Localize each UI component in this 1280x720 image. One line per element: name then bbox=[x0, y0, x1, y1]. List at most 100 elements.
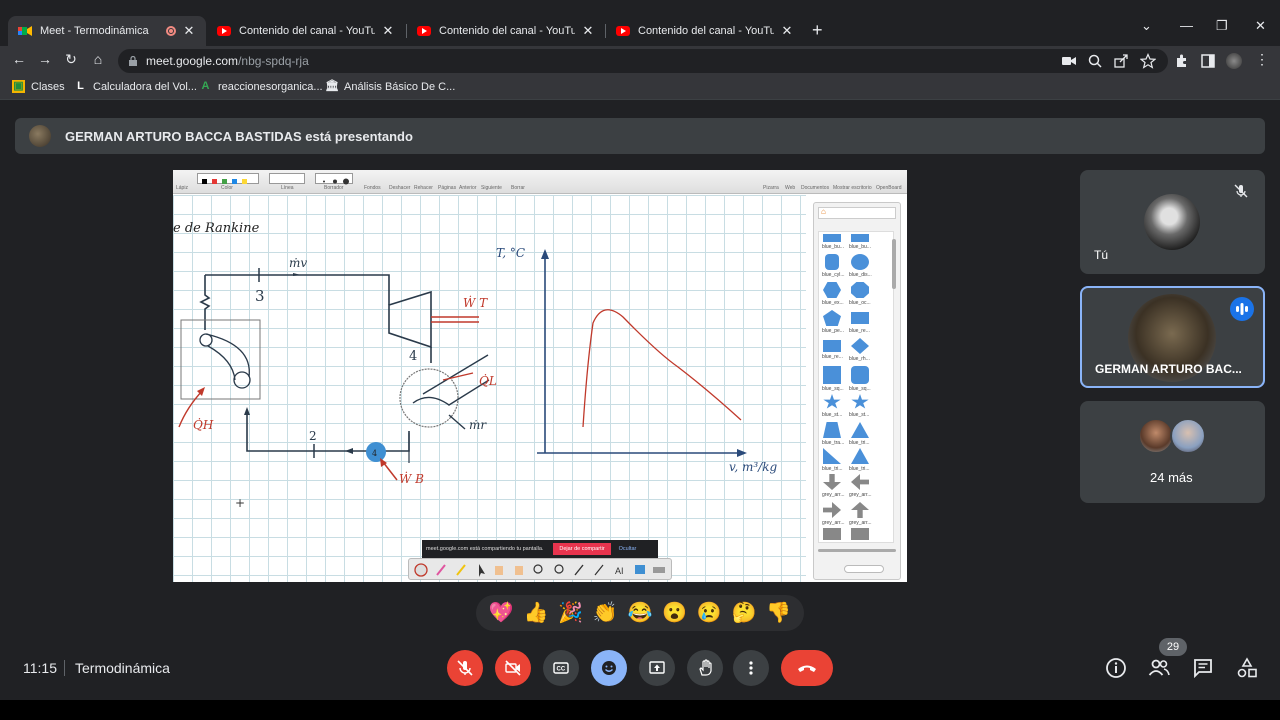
shapes-grid[interactable]: blue_bu... blue_bu... blue_cyl... blue_d… bbox=[818, 231, 894, 543]
shapes-scrollbar[interactable] bbox=[892, 239, 896, 289]
tab-meet[interactable]: Meet - Termodinámica ✕ bbox=[8, 16, 206, 46]
color-swatches[interactable] bbox=[197, 173, 259, 184]
more-participants-tile[interactable]: 24 más bbox=[1080, 401, 1265, 503]
minimize-button[interactable]: — bbox=[1180, 18, 1193, 33]
shape-thumbnail[interactable] bbox=[851, 338, 869, 354]
chat-icon[interactable] bbox=[1192, 657, 1214, 679]
stop-sharing-button[interactable]: Dejar de compartir bbox=[553, 543, 611, 555]
shape-thumbnail[interactable] bbox=[851, 282, 869, 298]
shape-thumbnail[interactable] bbox=[851, 528, 869, 540]
left-arrow-shape[interactable] bbox=[851, 474, 869, 490]
address-bar[interactable]: meet.google.com/nbg-spdq-rja bbox=[118, 49, 1168, 73]
shape-thumbnail[interactable] bbox=[851, 254, 869, 270]
shape-thumbnail[interactable] bbox=[823, 310, 841, 326]
shape-thumbnail[interactable] bbox=[823, 234, 841, 242]
shape-thumbnail[interactable] bbox=[823, 340, 841, 352]
participant-tile-you[interactable]: Tú bbox=[1080, 170, 1265, 274]
new-tab-button[interactable]: + bbox=[812, 20, 823, 41]
up-arrow-shape[interactable] bbox=[851, 502, 869, 518]
bookmark-analisis[interactable]: 🏛 Análisis Básico De C... bbox=[325, 80, 455, 93]
bookmark-calculadora[interactable]: L Calculadora del Vol... bbox=[74, 80, 197, 93]
shape-label: blue_bu... bbox=[849, 244, 871, 250]
toolbar-label: Lápiz bbox=[176, 185, 188, 191]
shape-thumbnail[interactable] bbox=[851, 448, 869, 464]
present-button[interactable] bbox=[639, 650, 675, 686]
reaction-heart[interactable]: 💖 bbox=[488, 600, 514, 626]
camera-icon[interactable] bbox=[1061, 53, 1077, 69]
share-icon[interactable] bbox=[1113, 53, 1129, 69]
mic-toggle-button[interactable] bbox=[447, 650, 483, 686]
home-icon[interactable]: ⌂ bbox=[821, 207, 826, 216]
reaction-party[interactable]: 🎉 bbox=[558, 600, 584, 626]
right-arrow-shape[interactable] bbox=[823, 502, 841, 518]
hide-notice-button[interactable]: Ocultar bbox=[619, 546, 637, 552]
close-window-button[interactable]: ✕ bbox=[1255, 18, 1266, 34]
close-tab-icon[interactable]: ✕ bbox=[581, 23, 595, 39]
reaction-thinking[interactable]: 🤔 bbox=[731, 600, 757, 626]
reaction-clap[interactable]: 👏 bbox=[592, 600, 618, 626]
shape-thumbnail[interactable] bbox=[851, 422, 869, 438]
raise-hand-button[interactable] bbox=[687, 650, 723, 686]
flow-arrow bbox=[345, 448, 353, 454]
home-icon[interactable]: ⌂ bbox=[89, 51, 107, 67]
zoom-icon[interactable] bbox=[1087, 53, 1103, 69]
tab-youtube-2[interactable]: Contenido del canal - YouTube St ✕ bbox=[407, 16, 605, 46]
bookmark-reacciones[interactable]: A reaccionesorganica... bbox=[199, 80, 323, 93]
shape-thumbnail[interactable] bbox=[823, 366, 841, 384]
close-tab-icon[interactable]: ✕ bbox=[780, 23, 794, 39]
drawing-tools-bar[interactable]: AI bbox=[408, 558, 672, 580]
extensions-icon[interactable] bbox=[1174, 53, 1190, 69]
tab-youtube-3[interactable]: Contenido del canal - YouTube St ✕ bbox=[606, 16, 804, 46]
close-tab-icon[interactable]: ✕ bbox=[182, 23, 196, 39]
shape-thumbnail[interactable] bbox=[823, 282, 841, 298]
reaction-laugh[interactable]: 😂 bbox=[627, 600, 653, 626]
reaction-surprised[interactable]: 😮 bbox=[662, 600, 688, 626]
reaction-thumbs-up[interactable]: 👍 bbox=[523, 600, 549, 626]
more-options-button[interactable] bbox=[733, 650, 769, 686]
tab-search-icon[interactable]: ⌄ bbox=[1141, 18, 1152, 34]
size-slider[interactable] bbox=[818, 549, 896, 552]
leave-call-button[interactable] bbox=[781, 650, 833, 686]
forward-icon[interactable]: → bbox=[36, 51, 54, 67]
shape-thumbnail[interactable] bbox=[823, 528, 841, 540]
shape-thumbnail[interactable] bbox=[851, 366, 869, 384]
participant-tile-presenter[interactable]: GERMAN ARTURO BAC... bbox=[1080, 286, 1265, 388]
library-path-bar[interactable]: ⌂ bbox=[818, 207, 896, 219]
shape-thumbnail[interactable] bbox=[823, 448, 841, 464]
whiteboard-canvas[interactable]: e de Rankine 3 ṁv Ẇ T 4 Q̇L ṁr 2 4 Ẇ B Q… bbox=[173, 195, 806, 582]
tab-youtube-1[interactable]: Contenido del canal - YouTube St ✕ bbox=[207, 16, 405, 46]
shape-thumbnail[interactable] bbox=[823, 422, 841, 438]
activities-icon[interactable] bbox=[1236, 657, 1258, 679]
browser-tab-strip: Meet - Termodinámica ✕ Contenido del can… bbox=[0, 0, 1280, 46]
title-fragment-text: e de Rankine bbox=[173, 221, 260, 236]
shape-label: grey_arr... bbox=[822, 492, 845, 498]
shape-thumbnail[interactable] bbox=[825, 254, 839, 270]
back-icon[interactable]: ← bbox=[10, 51, 28, 67]
menu-icon[interactable]: ⋮ bbox=[1253, 51, 1271, 68]
shape-thumbnail[interactable] bbox=[823, 394, 841, 409]
reactions-button[interactable] bbox=[591, 650, 627, 686]
profile-avatar[interactable] bbox=[1226, 53, 1242, 69]
maximize-button[interactable]: ❐ bbox=[1216, 18, 1228, 34]
bookmark-clases[interactable]: ▣ Clases bbox=[12, 80, 65, 93]
camera-toggle-button[interactable] bbox=[495, 650, 531, 686]
people-icon[interactable] bbox=[1148, 657, 1170, 679]
meeting-info-icon[interactable] bbox=[1105, 657, 1127, 679]
line-width-picker[interactable] bbox=[269, 173, 305, 184]
side-panel-icon[interactable] bbox=[1200, 53, 1216, 69]
shape-thumbnail[interactable] bbox=[851, 234, 869, 242]
bookmark-star-icon[interactable] bbox=[1140, 53, 1156, 69]
captions-button[interactable]: CC bbox=[543, 650, 579, 686]
eraser-size-picker[interactable] bbox=[315, 173, 353, 185]
reload-icon[interactable]: ↻ bbox=[62, 51, 80, 68]
shared-screen[interactable]: Lápiz Color Línea Borrador Fondos Deshac… bbox=[173, 170, 907, 582]
classroom-icon: ▣ bbox=[12, 80, 25, 93]
down-arrow-shape[interactable] bbox=[823, 474, 841, 490]
bookmark-label: Clases bbox=[31, 80, 65, 93]
shape-thumbnail[interactable] bbox=[851, 312, 869, 324]
reaction-sad[interactable]: 😢 bbox=[696, 600, 722, 626]
shape-thumbnail[interactable] bbox=[851, 394, 869, 409]
zoom-field[interactable] bbox=[844, 565, 884, 573]
close-tab-icon[interactable]: ✕ bbox=[381, 23, 395, 39]
reaction-thumbs-down[interactable]: 👎 bbox=[766, 600, 792, 626]
